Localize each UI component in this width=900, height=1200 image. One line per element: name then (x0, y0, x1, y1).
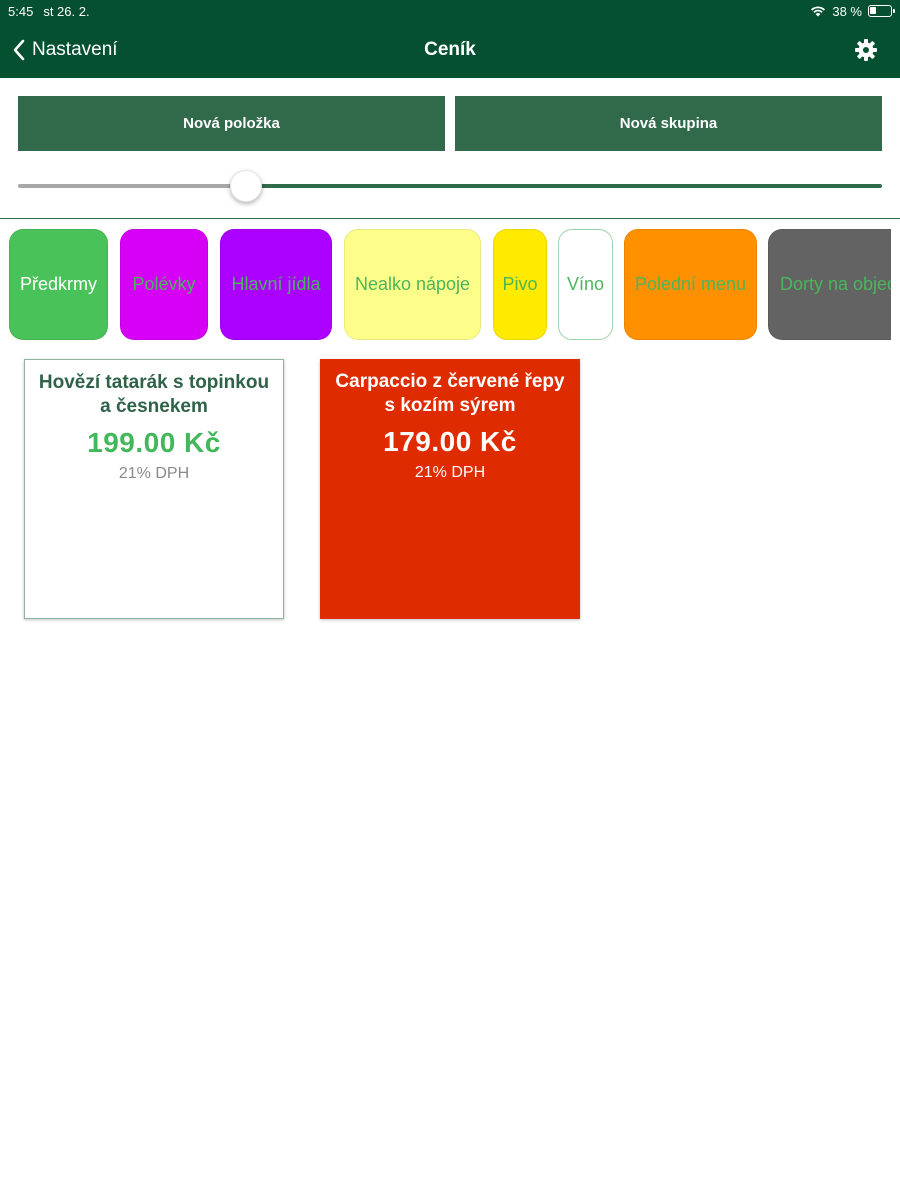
back-button[interactable]: Nastavení (12, 22, 118, 78)
category-polevky[interactable]: Polévky (120, 229, 208, 340)
category-pivo[interactable]: Pivo (493, 229, 547, 340)
category-predkrmy[interactable]: Předkrmy (9, 229, 108, 340)
category-dorty[interactable]: Dorty na objednávku (768, 229, 891, 340)
gear-icon[interactable] (854, 38, 878, 62)
size-slider[interactable] (18, 170, 882, 202)
battery-icon (868, 5, 895, 17)
chevron-left-icon (13, 39, 25, 61)
category-bar: Předkrmy Polévky Hlavní jídla Nealko náp… (0, 229, 891, 341)
category-hlavni-jidla[interactable]: Hlavní jídla (220, 229, 332, 340)
category-poledni-menu[interactable]: Polední menu (624, 229, 757, 340)
slider-track-filled (18, 184, 246, 188)
item-name: Hovězí tatarák s topinkou a česnekem (38, 372, 270, 417)
slider-track (246, 184, 882, 188)
item-vat: 21% DPH (414, 464, 486, 481)
nav-bar: Nastavení Ceník (0, 22, 900, 78)
menu-item-card[interactable]: Carpaccio z červené řepy s kozím sýrem 1… (320, 359, 580, 619)
new-group-button[interactable]: Nová skupina (455, 96, 882, 151)
category-nealko-napoje[interactable]: Nealko nápoje (344, 229, 481, 340)
divider (0, 218, 900, 219)
status-time: 5:45 (8, 3, 34, 19)
status-bar: 5:45 st 26. 2. 38 % (0, 0, 900, 22)
item-price: 179.00 Kč (383, 426, 517, 457)
category-vino[interactable]: Víno (558, 229, 613, 340)
back-label: Nastavení (32, 39, 118, 60)
wifi-icon (811, 6, 826, 17)
page-title: Ceník (424, 39, 476, 60)
battery-percent: 38 % (832, 3, 862, 19)
menu-item-card[interactable]: Hovězí tatarák s topinkou a česnekem 199… (24, 359, 284, 619)
item-name: Carpaccio z červené řepy s kozím sýrem (335, 371, 565, 416)
new-item-button[interactable]: Nová položka (18, 96, 445, 151)
slider-thumb[interactable] (230, 170, 262, 202)
item-vat: 21% DPH (118, 465, 190, 482)
item-price: 199.00 Kč (87, 427, 221, 458)
status-date: st 26. 2. (43, 3, 90, 19)
